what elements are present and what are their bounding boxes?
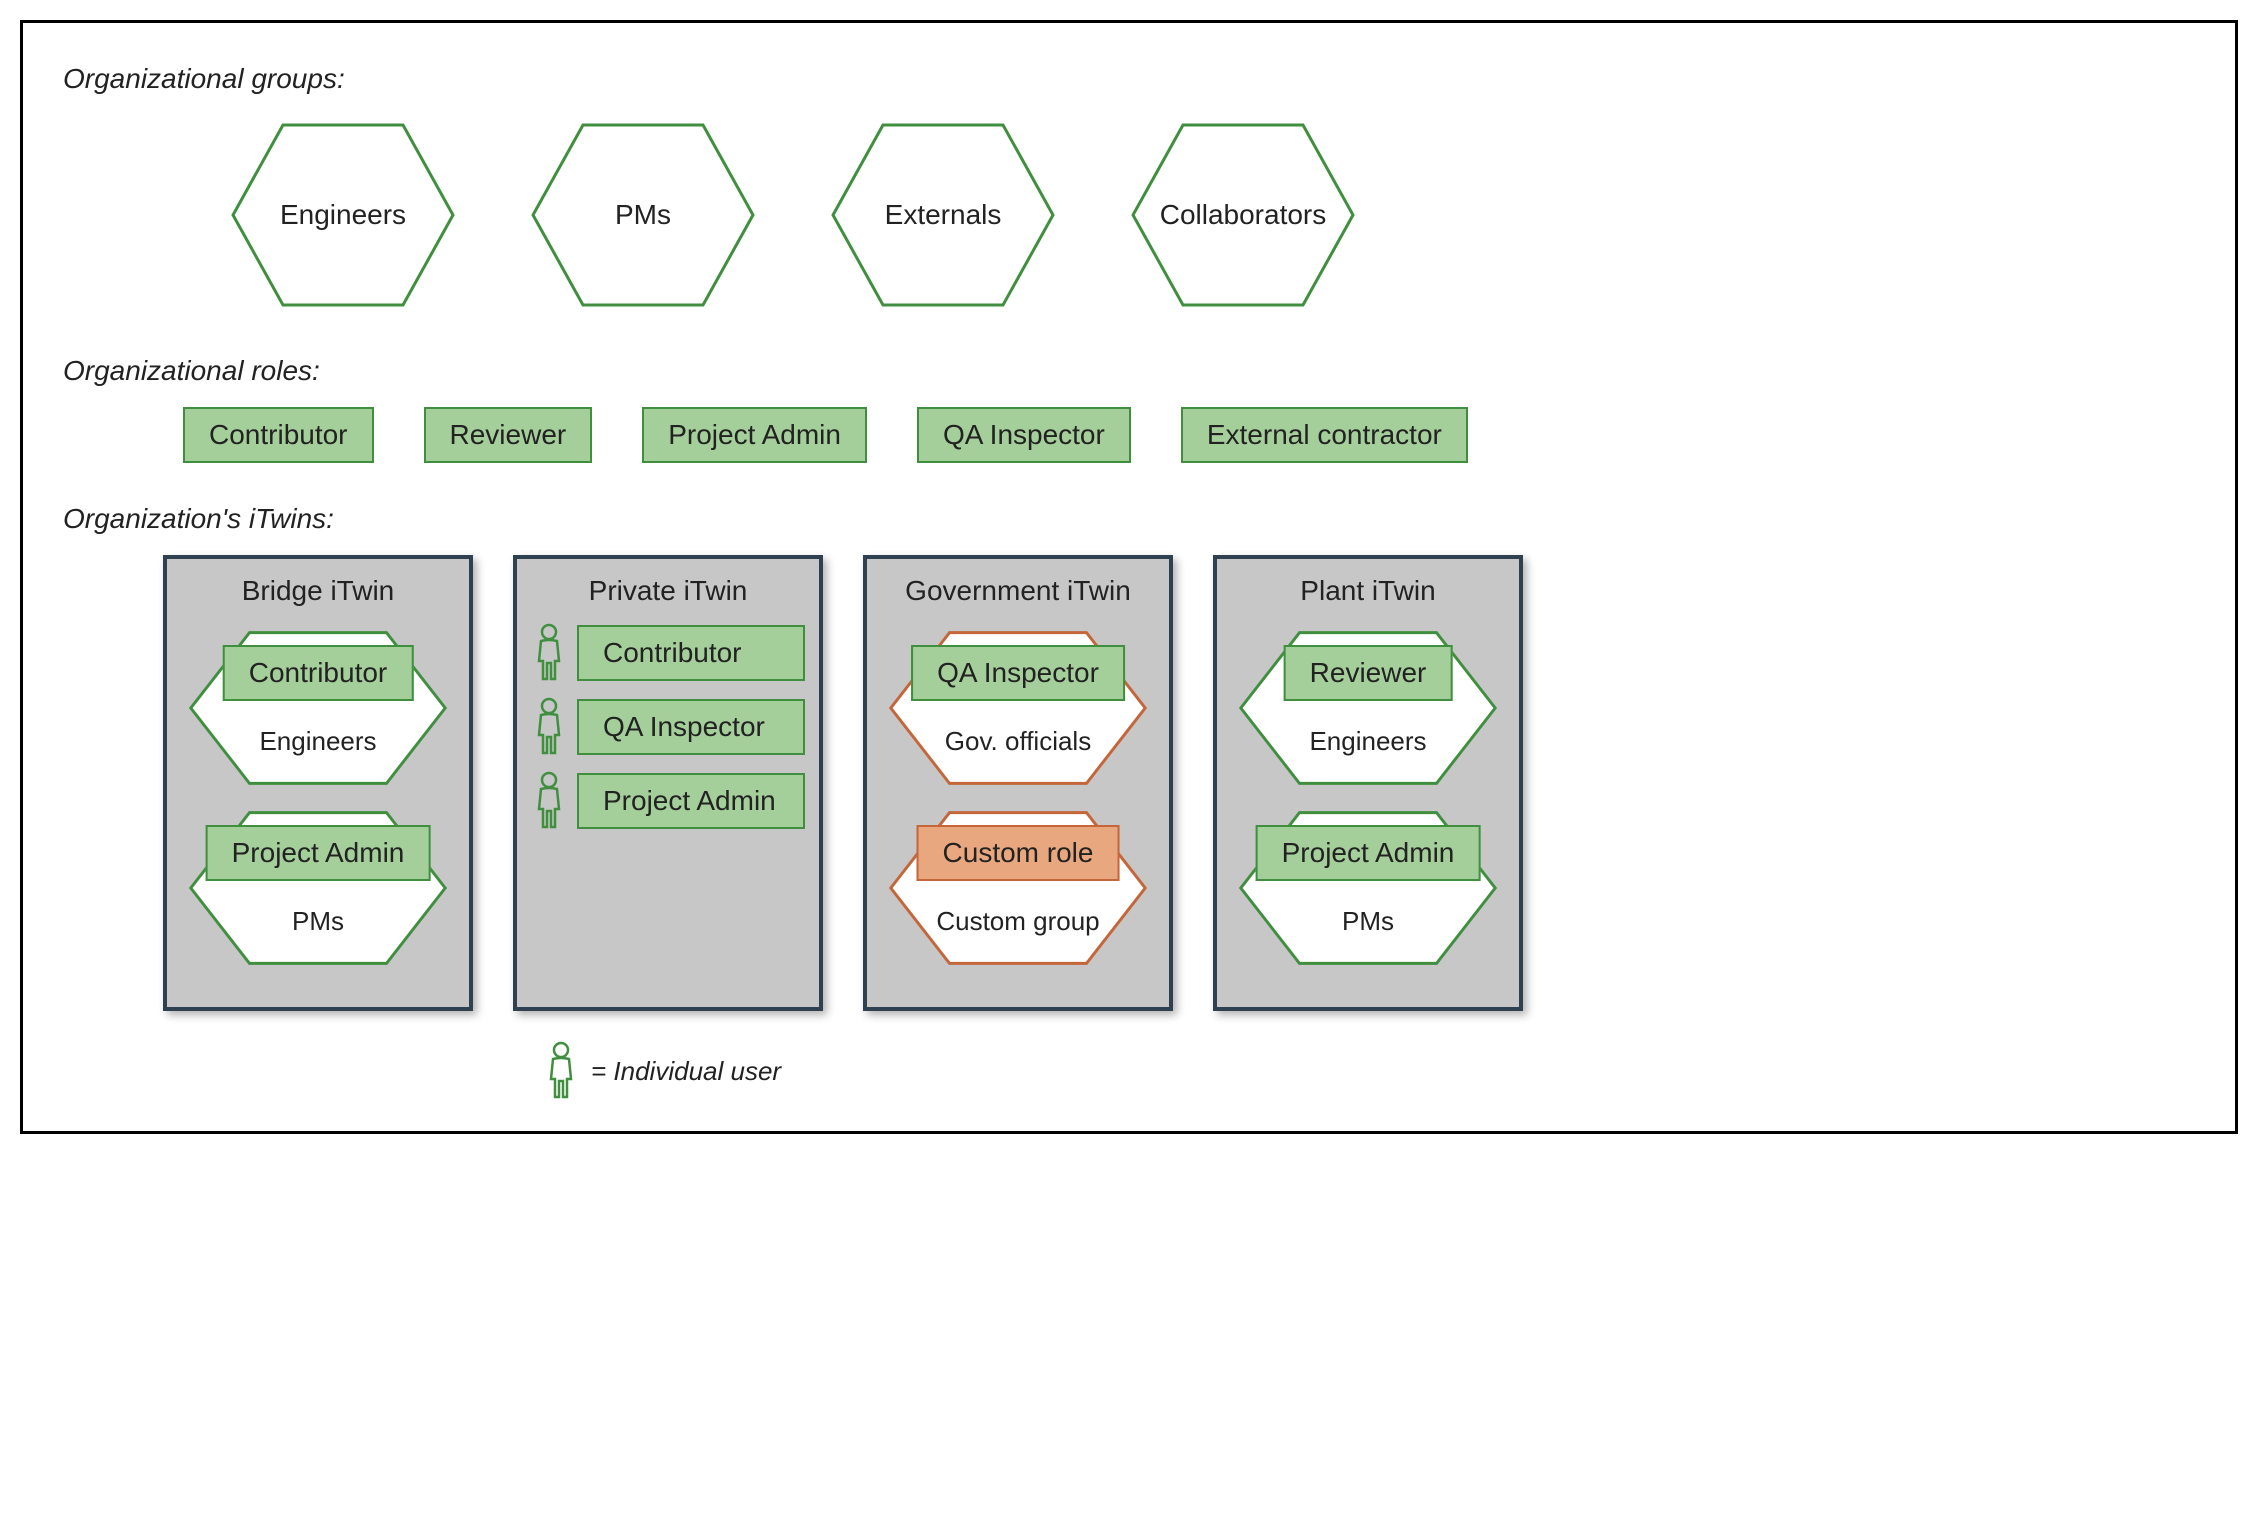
org-group-label: PMs bbox=[615, 199, 671, 231]
hex-group: Custom role Custom group bbox=[881, 803, 1155, 973]
hex-group: QA Inspector Gov. officials bbox=[881, 623, 1155, 793]
organizational-roles-row: Contributor Reviewer Project Admin QA Inspe… bbox=[63, 407, 2195, 463]
person-icon bbox=[531, 771, 567, 831]
role-badge: Contributor bbox=[577, 625, 805, 681]
org-role-badge: Contributor bbox=[183, 407, 374, 463]
role-badge: Project Admin bbox=[577, 773, 805, 829]
user-row: Contributor bbox=[531, 623, 805, 683]
legend: = Individual user bbox=[63, 1041, 2195, 1101]
group-name: Engineers bbox=[181, 726, 455, 757]
itwin-card: Bridge iTwin Contributor Engineers Projec… bbox=[163, 555, 473, 1011]
person-icon bbox=[531, 697, 567, 757]
itwin-card: Government iTwin QA Inspector Gov. offici… bbox=[863, 555, 1173, 1011]
role-badge: Project Admin bbox=[206, 825, 431, 881]
itwin-title: Plant iTwin bbox=[1231, 575, 1505, 607]
org-role-badge: Reviewer bbox=[424, 407, 593, 463]
legend-text: = Individual user bbox=[591, 1056, 781, 1087]
itwins-section-label: Organization's iTwins: bbox=[63, 503, 2195, 535]
hex-group: Project Admin PMs bbox=[181, 803, 455, 973]
hex-group: Project Admin PMs bbox=[1231, 803, 1505, 973]
role-badge: QA Inspector bbox=[911, 645, 1125, 701]
itwin-card: Plant iTwin Reviewer Engineers Project Ad… bbox=[1213, 555, 1523, 1011]
itwin-title: Bridge iTwin bbox=[181, 575, 455, 607]
diagram-frame: Organizational groups: Engineers PMs Ext… bbox=[20, 20, 2238, 1134]
org-group-label: Collaborators bbox=[1160, 199, 1327, 231]
groups-section-label: Organizational groups: bbox=[63, 63, 2195, 95]
role-badge: Contributor bbox=[223, 645, 414, 701]
user-row: QA Inspector bbox=[531, 697, 805, 757]
user-row: Project Admin bbox=[531, 771, 805, 831]
hex-group: Reviewer Engineers bbox=[1231, 623, 1505, 793]
person-icon bbox=[543, 1041, 579, 1101]
itwin-title: Private iTwin bbox=[531, 575, 805, 607]
itwin-card: Private iTwin Contributor QA Inspector P… bbox=[513, 555, 823, 1011]
org-group-hexagon: Engineers bbox=[223, 115, 463, 315]
hex-group: Contributor Engineers bbox=[181, 623, 455, 793]
org-role-badge: QA Inspector bbox=[917, 407, 1131, 463]
group-name: PMs bbox=[181, 906, 455, 937]
organizational-groups-row: Engineers PMs Externals Collaborators bbox=[63, 115, 2195, 315]
person-icon bbox=[531, 623, 567, 683]
role-badge: Project Admin bbox=[1256, 825, 1481, 881]
group-name: PMs bbox=[1231, 906, 1505, 937]
org-group-hexagon: Collaborators bbox=[1123, 115, 1363, 315]
org-group-hexagon: Externals bbox=[823, 115, 1063, 315]
org-group-hexagon: PMs bbox=[523, 115, 763, 315]
group-name: Gov. officials bbox=[881, 726, 1155, 757]
itwins-row: Bridge iTwin Contributor Engineers Projec… bbox=[63, 555, 2195, 1011]
group-name: Custom group bbox=[881, 906, 1155, 937]
org-role-badge: Project Admin bbox=[642, 407, 867, 463]
role-badge: QA Inspector bbox=[577, 699, 805, 755]
org-group-label: Externals bbox=[885, 199, 1002, 231]
roles-section-label: Organizational roles: bbox=[63, 355, 2195, 387]
itwin-title: Government iTwin bbox=[881, 575, 1155, 607]
role-badge: Custom role bbox=[917, 825, 1120, 881]
org-role-badge: External contractor bbox=[1181, 407, 1468, 463]
org-group-label: Engineers bbox=[280, 199, 406, 231]
group-name: Engineers bbox=[1231, 726, 1505, 757]
role-badge: Reviewer bbox=[1284, 645, 1453, 701]
